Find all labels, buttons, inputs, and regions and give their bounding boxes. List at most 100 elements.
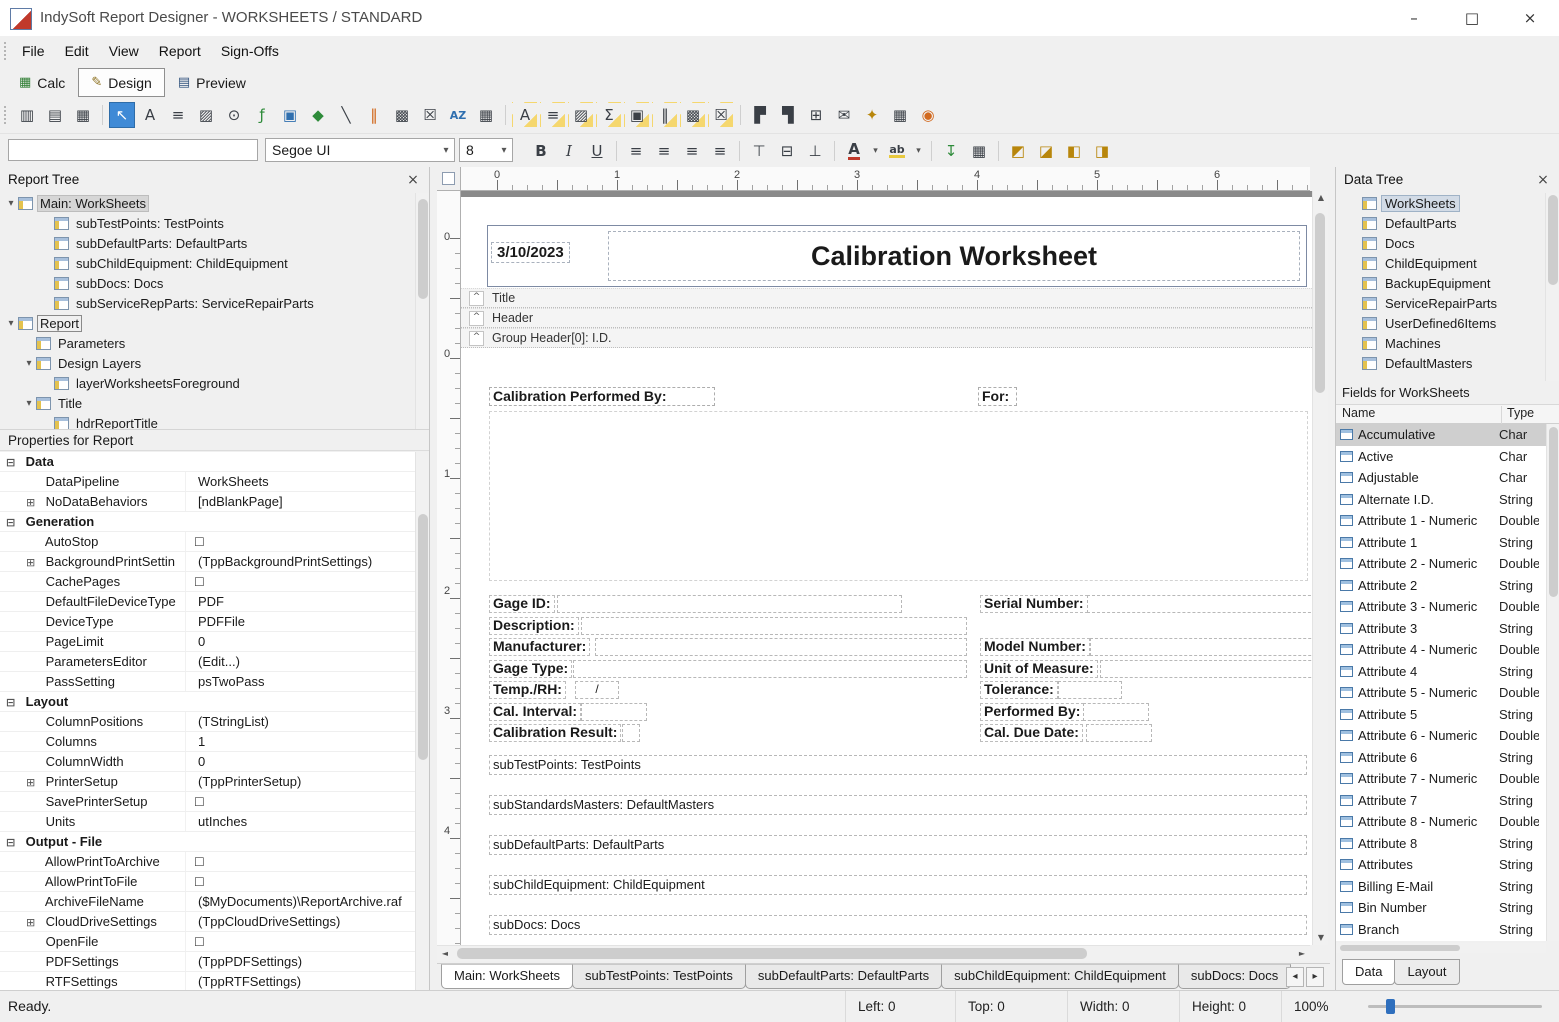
subreport-tool-icon[interactable]: ▜	[775, 102, 801, 128]
band-divider[interactable]: ^ Group Header[0]: I.D.	[461, 328, 1312, 348]
Attribute 8[interactable]: Attribute 8 String	[1336, 833, 1546, 855]
table-grid-icon[interactable]: ▦	[887, 102, 913, 128]
align-center-icon[interactable]: ≡	[651, 138, 677, 164]
subreport-band[interactable]: subStandardsMasters: DefaultMasters	[489, 795, 1307, 815]
wizard-icon[interactable]: ✦	[859, 102, 885, 128]
property-expander-icon[interactable]: ⊞	[26, 773, 42, 792]
report-bands-icon[interactable]: ▥	[14, 102, 40, 128]
band-divider[interactable]: ^ Header	[461, 308, 1312, 328]
property-value[interactable]: ($MyDocuments)\ReportArchive.raf	[185, 892, 415, 911]
scrollbar-thumb[interactable]	[457, 948, 1087, 959]
fields-column-name[interactable]: Name	[1342, 406, 1375, 420]
property-value[interactable]: ☐	[185, 872, 415, 891]
select-tool-icon[interactable]: ↖	[109, 102, 135, 128]
property-value[interactable]: ☐	[185, 852, 415, 871]
scroll-down-icon[interactable]: ▼	[1313, 931, 1329, 945]
Attribute 7 - Numeric[interactable]: Attribute 7 - Numeric Double	[1336, 768, 1546, 790]
memo-tool-icon[interactable]: ≡	[165, 102, 191, 128]
db-field[interactable]	[595, 638, 967, 656]
db-richtext-tool-icon[interactable]: ▨	[568, 102, 594, 128]
sort-az-icon[interactable]: AZ	[445, 102, 471, 128]
Attribute 2[interactable]: Attribute 2 String	[1336, 575, 1546, 597]
report-tree-item[interactable]: ▾ Main: WorkSheets	[0, 193, 415, 213]
DefaultFileDeviceType[interactable]: DefaultFileDeviceType PDF	[0, 592, 415, 612]
property-value[interactable]: 0	[185, 632, 415, 651]
field-label[interactable]: Gage Type:	[489, 660, 572, 678]
titlebar[interactable]: IndySoft Report Designer - WORKSHEETS / …	[0, 0, 1559, 37]
valign-top-icon[interactable]: ⊤	[746, 138, 772, 164]
tree-expander-icon[interactable]: ▾	[22, 398, 36, 409]
barcode-2d-tool-icon[interactable]: ▩	[389, 102, 415, 128]
band-divider[interactable]: ^ Title	[461, 288, 1312, 308]
Output - File[interactable]: ⊟ Output - File	[0, 832, 415, 852]
menu-item[interactable]: Edit	[55, 36, 99, 66]
calibration-performed-by-label[interactable]: Calibration Performed By:	[489, 387, 715, 406]
region-tool-icon[interactable]: ▛	[747, 102, 773, 128]
report-tree-item[interactable]: ▾ Design Layers	[0, 353, 415, 373]
db-field[interactable]	[1058, 681, 1122, 699]
Attribute 3 - Numeric[interactable]: Attribute 3 - Numeric Double	[1336, 596, 1546, 618]
toolbar-grip[interactable]	[4, 106, 9, 124]
db-field[interactable]	[581, 703, 647, 721]
bring-to-front-icon[interactable]: ◩	[1005, 138, 1031, 164]
memo-field[interactable]	[489, 411, 1308, 581]
property-value[interactable]: psTwoPass	[185, 672, 415, 691]
checkbox-tool-icon[interactable]: ☒	[417, 102, 443, 128]
property-value[interactable]: 1	[185, 732, 415, 751]
Attribute 1[interactable]: Attribute 1 String	[1336, 532, 1546, 554]
property-value[interactable]: (TppCloudDriveSettings)	[185, 912, 415, 931]
Attribute 7[interactable]: Attribute 7 String	[1336, 790, 1546, 812]
tree-expander-icon[interactable]: ▾	[4, 198, 18, 209]
property-expander-icon[interactable]: ⊟	[6, 693, 22, 712]
close-icon[interactable]: ×	[403, 170, 423, 190]
design-page-tab[interactable]: Main: WorkSheets	[441, 964, 573, 989]
field-label[interactable]: Cal. Due Date:	[980, 724, 1083, 742]
canvas-horizontal-scrollbar[interactable]: ◄ ►	[437, 945, 1310, 961]
property-value[interactable]: WorkSheets	[185, 472, 415, 491]
PDFSettings[interactable]: PDFSettings (TppPDFSettings)	[0, 952, 415, 972]
collapse-band-icon[interactable]: ^	[469, 311, 484, 326]
Billing E-Mail[interactable]: Billing E-Mail String	[1336, 876, 1546, 898]
highlight-color-icon[interactable]: ab	[884, 138, 910, 164]
Generation[interactable]: ⊟ Generation	[0, 512, 415, 532]
db-field[interactable]	[1086, 724, 1152, 742]
Attribute 2 - Numeric[interactable]: Attribute 2 - Numeric Double	[1336, 553, 1546, 575]
properties-scrollbar[interactable]	[415, 452, 429, 990]
checkbox-icon[interactable]: ☐	[194, 935, 205, 949]
align-right-icon[interactable]: ≡	[679, 138, 705, 164]
scrollbar-thumb[interactable]	[418, 199, 428, 299]
subreport-band[interactable]: subDocs: Docs	[489, 915, 1307, 935]
scrollbar-thumb[interactable]	[418, 514, 428, 760]
scroll-left-icon[interactable]: ◄	[437, 946, 453, 962]
db-memo-tool-icon[interactable]: ≡	[540, 102, 566, 128]
property-value[interactable]: (Edit...)	[185, 652, 415, 671]
data-tree-item[interactable]: BackupEquipment	[1336, 273, 1545, 293]
Units[interactable]: Units utInches	[0, 812, 415, 832]
field-label[interactable]: Gage ID:	[489, 595, 555, 613]
Attribute 5 - Numeric[interactable]: Attribute 5 - Numeric Double	[1336, 682, 1546, 704]
Adjustable[interactable]: Adjustable Char	[1336, 467, 1546, 489]
scroll-right-icon[interactable]: ►	[1294, 946, 1310, 962]
design-page-tab[interactable]: subChildEquipment: ChildEquipment	[941, 964, 1179, 989]
field-label[interactable]: Manufacturer:	[489, 638, 590, 656]
property-value[interactable]: (TStringList)	[185, 712, 415, 731]
CloudDriveSettings[interactable]: ⊞ CloudDriveSettings (TppCloudDriveSetti…	[0, 912, 415, 932]
Attributes[interactable]: Attributes String	[1336, 854, 1546, 876]
date-field[interactable]: 3/10/2023	[491, 242, 570, 263]
report-tree-item[interactable]: subDocs: Docs	[0, 273, 415, 293]
Attribute 3[interactable]: Attribute 3 String	[1336, 618, 1546, 640]
barcode-tool-icon[interactable]: ‖	[361, 102, 387, 128]
mail-merge-icon[interactable]: ✉	[831, 102, 857, 128]
tabs-scroll-left-button[interactable]: ◂	[1286, 967, 1304, 987]
scrollbar-thumb[interactable]	[1340, 945, 1460, 951]
theme-colors-icon[interactable]: ◉	[915, 102, 941, 128]
font-family-select[interactable]: Segoe UI ▾	[265, 138, 455, 162]
move-forward-icon[interactable]: ◧	[1061, 138, 1087, 164]
crosstab-tool-icon[interactable]: ⊞	[803, 102, 829, 128]
mode-tab[interactable]: ▦ Calc	[6, 68, 78, 97]
bold-button[interactable]: B	[528, 138, 554, 164]
line-tool-icon[interactable]: ╲	[333, 102, 359, 128]
menu-item[interactable]: View	[99, 36, 149, 66]
property-value[interactable]: 0	[185, 752, 415, 771]
font-size-select[interactable]: 8 ▾	[459, 138, 513, 162]
